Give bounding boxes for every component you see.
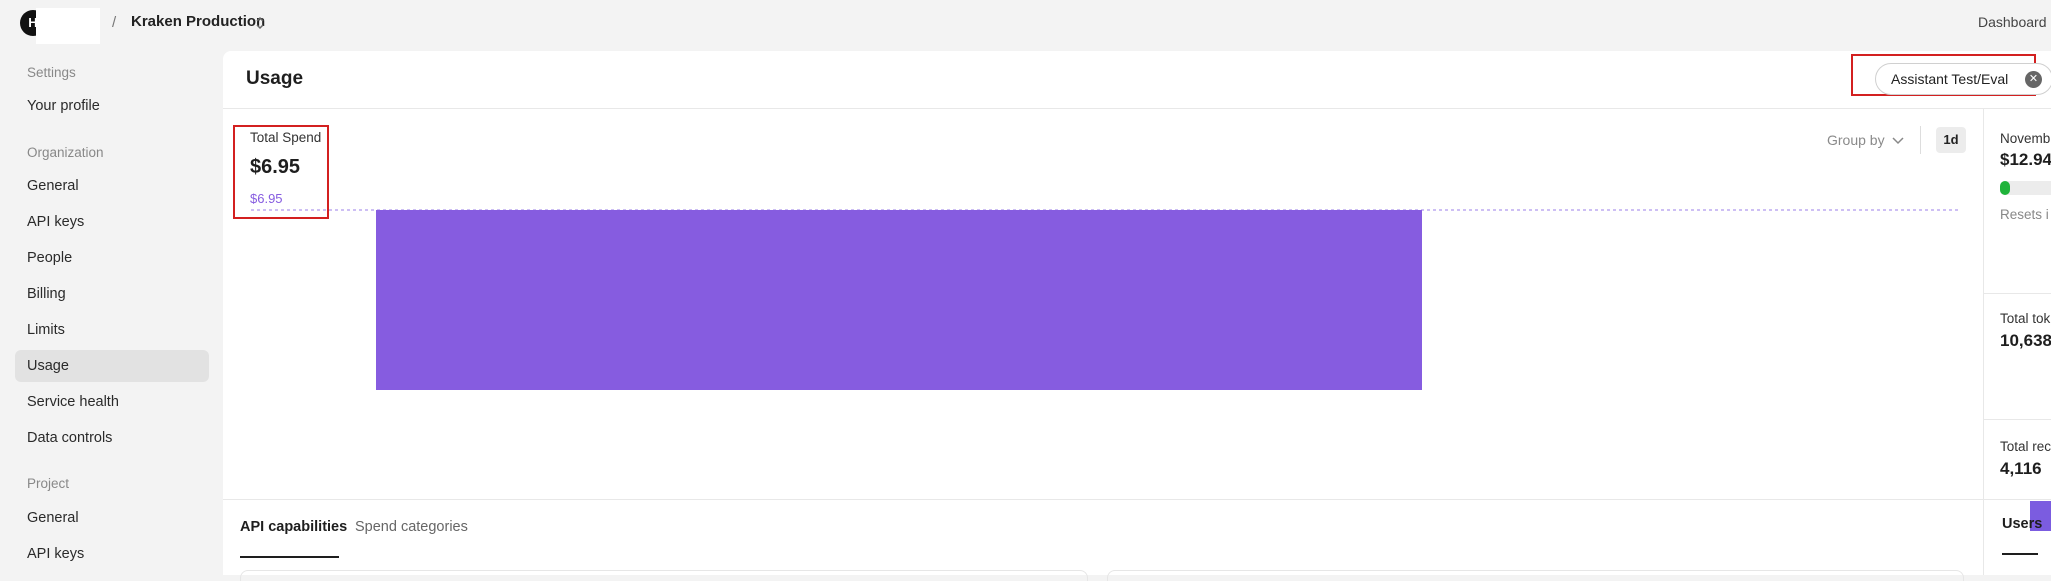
- spend-bar[interactable]: [376, 210, 1422, 390]
- total-spend-label: Total Spend: [250, 130, 322, 145]
- sidebar-item-project-api-keys[interactable]: API keys: [15, 538, 209, 570]
- budget-reset-text: Resets i: [2000, 207, 2049, 222]
- redacted-logo-area: [36, 8, 100, 44]
- sidebar-item-billing[interactable]: Billing: [15, 278, 209, 310]
- filter-chip-label: Assistant Test/Eval: [1891, 71, 2009, 87]
- chevron-updown-icon[interactable]: [254, 15, 266, 31]
- org-switcher-label[interactable]: Kraken Production: [131, 13, 265, 30]
- sidebar-heading-settings: Settings: [27, 65, 76, 80]
- total-tokens-value: 10,638: [2000, 331, 2051, 350]
- budget-value: $12.94: [2000, 150, 2051, 169]
- sidebar-item-api-keys[interactable]: API keys: [15, 206, 209, 238]
- main-panel: Usage Assistant Test/Eval ✕ $6.95 Total …: [223, 51, 2051, 581]
- budget-progress-bar: [2000, 181, 2051, 195]
- tab-api-capabilities[interactable]: API capabilities: [240, 519, 347, 535]
- tab-users[interactable]: Users: [2002, 516, 2042, 532]
- close-icon[interactable]: ✕: [2025, 71, 2042, 88]
- total-spend-value: $6.95: [250, 156, 301, 178]
- range-1d-button[interactable]: 1d: [1936, 127, 1966, 153]
- sidebar-heading-project: Project: [27, 476, 70, 491]
- active-tab-indicator: [240, 556, 339, 558]
- sidebar-item-usage[interactable]: Usage: [15, 350, 209, 382]
- sidebar-heading-organization: Organization: [27, 145, 104, 160]
- dashboard-link[interactable]: Dashboard: [1978, 14, 2047, 30]
- capabilities-card: [240, 570, 1088, 581]
- spend-chart-area: $6.95 Total Spend $6.95 Group by 1d: [223, 109, 1983, 500]
- panel-divider: [1984, 499, 2051, 500]
- page-header: Usage Assistant Test/Eval ✕: [223, 51, 2051, 109]
- toolbar-divider: [1920, 126, 1921, 154]
- sidebar-item-limits[interactable]: Limits: [15, 314, 209, 346]
- budget-progress-fill: [2000, 181, 2010, 195]
- tab-spend-categories[interactable]: Spend categories: [355, 519, 468, 535]
- sidebar-item-people[interactable]: People: [15, 242, 209, 274]
- sidebar-item-general[interactable]: General: [15, 170, 209, 202]
- sidebar-item-service-health[interactable]: Service health: [15, 386, 209, 418]
- top-bar: H / Kraken Production Dashboard: [0, 0, 2051, 46]
- page-title: Usage: [246, 68, 304, 89]
- bar-group: [376, 210, 1422, 390]
- sidebar-item-project-general[interactable]: General: [15, 502, 209, 534]
- breadcrumb-separator: /: [112, 14, 117, 31]
- sidebar-item-data-controls[interactable]: Data controls: [15, 422, 209, 454]
- breakdown-tabs: API capabilities Spend categories: [223, 499, 1983, 581]
- group-by-dropdown[interactable]: Group by: [1827, 132, 1885, 148]
- total-requests-label: Total rec: [2000, 439, 2051, 454]
- users-tab-indicator: [2002, 553, 2038, 555]
- panel-divider: [1984, 419, 2051, 420]
- sidebar: Settings Your profile Organization Gener…: [0, 46, 220, 575]
- right-summary-panel: Novemb $12.94 Resets i Total tok 10,638 …: [1983, 109, 2051, 575]
- categories-card: [1107, 570, 1964, 581]
- spend-chart: $6.95: [250, 191, 1959, 390]
- budget-label: Novemb: [2000, 131, 2051, 146]
- sidebar-item-your-profile[interactable]: Your profile: [15, 90, 209, 122]
- panel-divider: [1984, 293, 2051, 294]
- project-filter-chip[interactable]: Assistant Test/Eval ✕: [1875, 63, 2051, 95]
- total-tokens-label: Total tok: [2000, 311, 2051, 326]
- total-requests-value: 4,116: [2000, 459, 2042, 478]
- chevron-down-icon[interactable]: [1892, 136, 1904, 146]
